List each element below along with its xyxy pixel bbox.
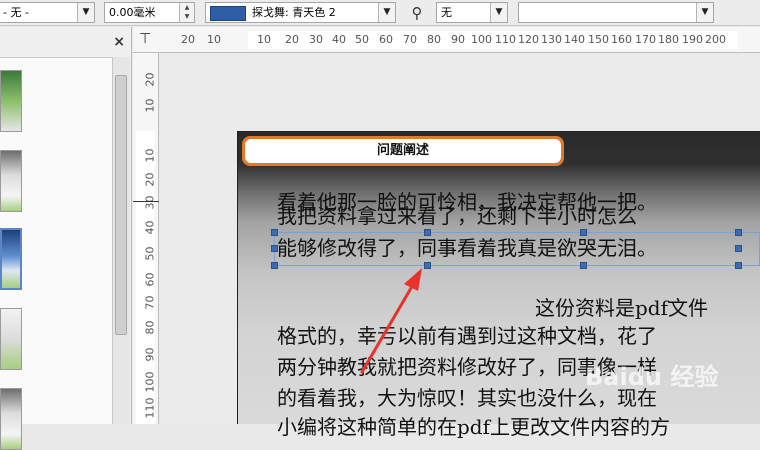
ruler-label: 60 <box>143 272 157 287</box>
ruler-label: 70 <box>143 295 157 310</box>
resize-handle[interactable] <box>271 262 278 269</box>
ruler-label: 10 <box>143 148 157 163</box>
close-panel-icon[interactable]: × <box>113 35 125 49</box>
extra-select[interactable]: ▼ <box>518 2 714 23</box>
ruler-label: 20 <box>143 172 157 187</box>
resize-handle[interactable] <box>580 262 587 269</box>
ruler-label: 90 <box>143 347 157 362</box>
shadow-dropdown-arrow[interactable]: ▼ <box>490 3 507 22</box>
ruler-label: 170 <box>635 33 656 46</box>
slide-panel: × <box>0 27 132 450</box>
line-style-dropdown-arrow[interactable]: ▼ <box>77 3 94 22</box>
horizontal-ruler[interactable]: ⊤ 20 10 10 20 30 40 50 60 70 80 90 100 1… <box>133 27 760 53</box>
title-banner[interactable]: 问题阐述 <box>242 136 564 166</box>
ruler-label: 150 <box>588 33 609 46</box>
fill-color-label: 探戈舞: 青天色 2 <box>252 6 336 19</box>
resize-handle[interactable] <box>580 229 587 236</box>
resize-handle[interactable] <box>271 245 278 252</box>
fill-color-swatch <box>210 5 246 21</box>
vertical-ruler[interactable]: 20 10 10 20 30 40 50 60 70 80 90 100 110 <box>133 53 159 424</box>
resize-handle[interactable] <box>424 229 431 236</box>
slide-thumbnail[interactable] <box>0 308 22 370</box>
baidu-watermark: Baidu 经验 <box>585 363 719 391</box>
ruler-label: 10 <box>207 33 221 46</box>
fill-color-dropdown-arrow[interactable]: ▼ <box>378 3 395 22</box>
ruler-label: 40 <box>332 33 346 46</box>
ruler-label: 140 <box>564 33 585 46</box>
paragraph-line[interactable]: 格式的，幸亏以前有遇到过这种文档，花了 <box>277 320 657 353</box>
ruler-label: 90 <box>451 33 465 46</box>
banner-title: 问题阐述 <box>245 139 561 163</box>
line-width-spinner[interactable]: ▲ ▼ <box>179 3 194 22</box>
resize-handle[interactable] <box>735 229 742 236</box>
ruler-label: 30 <box>309 33 323 46</box>
ruler-label: 30 <box>143 195 157 210</box>
ruler-label: 100 <box>471 33 492 46</box>
shadow-value: 无 <box>441 6 452 19</box>
line-width-field[interactable]: 0.00毫米 ▲ ▼ <box>104 2 195 23</box>
ruler-label: 40 <box>143 220 157 235</box>
resize-handle[interactable] <box>735 262 742 269</box>
ruler-label: 60 <box>379 33 393 46</box>
ruler-label: 20 <box>181 33 195 46</box>
ruler-cursor-marker <box>133 201 159 202</box>
text-selection-box[interactable] <box>274 232 760 266</box>
ruler-label: 180 <box>658 33 679 46</box>
ruler-label: 80 <box>427 33 441 46</box>
ruler-label: 20 <box>285 33 299 46</box>
tab-stop-icon[interactable]: ⊤ <box>139 31 151 47</box>
extra-dropdown-arrow[interactable]: ▼ <box>696 3 713 22</box>
slide-thumbnail-list <box>0 57 112 450</box>
slide-thumbnail[interactable] <box>0 70 22 132</box>
resize-handle[interactable] <box>424 262 431 269</box>
resize-handle[interactable] <box>271 229 278 236</box>
shadow-icon[interactable]: ⚲ <box>406 3 428 23</box>
line-style-select[interactable]: - 无 - ▼ <box>0 2 95 23</box>
ruler-label: 50 <box>143 246 157 261</box>
ruler-label: 110 <box>143 397 157 419</box>
shadow-select[interactable]: 无 ▼ <box>436 2 508 23</box>
resize-handle[interactable] <box>735 245 742 252</box>
spin-down-icon[interactable]: ▼ <box>180 12 194 21</box>
slide-thumbnail[interactable] <box>0 388 22 450</box>
ruler-label: 20 <box>143 72 157 87</box>
ruler-label: 70 <box>403 33 417 46</box>
ruler-label: 130 <box>541 33 562 46</box>
ruler-label: 10 <box>257 33 271 46</box>
formatting-toolbar: - 无 - ▼ 0.00毫米 ▲ ▼ 探戈舞: 青天色 2 ▼ ⚲ 无 ▼ ▼ <box>0 0 760 26</box>
ruler-label: 10 <box>143 98 157 113</box>
thumbnail-scrollbar-thumb[interactable] <box>115 75 127 335</box>
spin-up-icon[interactable]: ▲ <box>180 3 194 12</box>
fill-color-select[interactable]: 探戈舞: 青天色 2 ▼ <box>205 2 396 23</box>
paragraph-partial-line[interactable]: 小编将这种简单的在pdf上更改文件内容的方 <box>277 411 670 444</box>
ruler-label: 120 <box>518 33 539 46</box>
slide-thumbnail[interactable] <box>0 150 22 212</box>
ruler-label: 200 <box>705 33 726 46</box>
slide-thumbnail-selected[interactable] <box>0 228 22 290</box>
ruler-label: 160 <box>611 33 632 46</box>
ruler-label: 50 <box>355 33 369 46</box>
ruler-label: 80 <box>143 320 157 335</box>
ruler-label: 110 <box>495 33 516 46</box>
line-style-value: - 无 - <box>3 6 29 19</box>
ruler-label: 190 <box>682 33 703 46</box>
line-width-value: 0.00毫米 <box>109 6 156 19</box>
ruler-label: 100 <box>143 371 157 393</box>
